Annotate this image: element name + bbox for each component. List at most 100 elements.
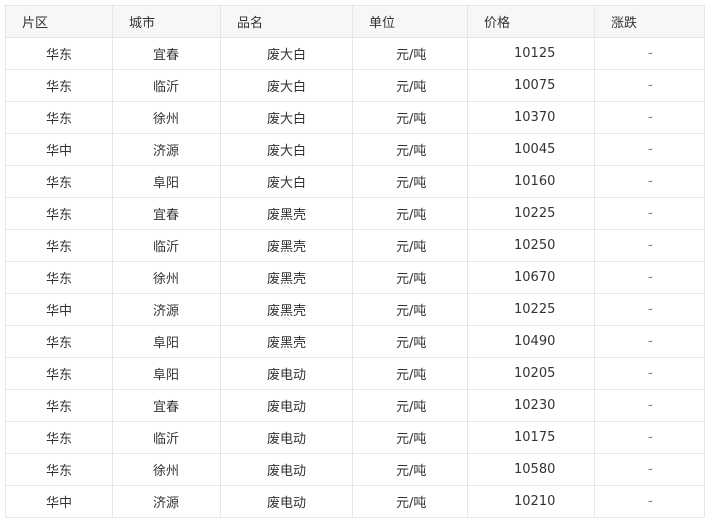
- unit-cell: 元/吨: [352, 133, 468, 166]
- table-header: 片区 城市 品名 单位 价格 涨跌: [5, 5, 705, 38]
- product-cell: 废大白: [220, 37, 353, 70]
- unit-cell: 元/吨: [352, 357, 468, 390]
- unit-cell: 元/吨: [352, 37, 468, 70]
- table-row: 华中 济源 废大白 元/吨 10045-: [5, 133, 705, 166]
- city-cell: 阜阳: [112, 165, 221, 198]
- table-header-row: 片区 城市 品名 单位 价格 涨跌: [5, 5, 705, 38]
- header-city: 城市: [112, 5, 221, 38]
- price-cell: 10075: [467, 69, 595, 102]
- city-cell: 济源: [112, 133, 221, 166]
- unit-cell: 元/吨: [352, 197, 468, 230]
- change-cell: -: [594, 37, 705, 70]
- table-row: 华东 徐州 废电动 元/吨 10580-: [5, 453, 705, 486]
- product-cell: 废电动: [220, 485, 353, 518]
- table-row: 华东 宜春 废大白 元/吨 10125-: [5, 37, 705, 70]
- unit-cell: 元/吨: [352, 69, 468, 102]
- product-cell: 废大白: [220, 133, 353, 166]
- city-cell: 济源: [112, 485, 221, 518]
- table-row: 华东 徐州 废黑壳 元/吨 10670-: [5, 261, 705, 294]
- city-cell: 宜春: [112, 37, 221, 70]
- product-cell: 废电动: [220, 421, 353, 454]
- header-area: 片区: [5, 5, 113, 38]
- change-cell: -: [594, 453, 705, 486]
- table-row: 华东 阜阳 废电动 元/吨 10205-: [5, 357, 705, 390]
- city-cell: 临沂: [112, 229, 221, 262]
- product-cell: 废大白: [220, 69, 353, 102]
- price-table: 片区 城市 品名 单位 价格 涨跌 华东 宜春 废大白 元/吨 10125- 华东 临沂 废大…: [5, 5, 705, 518]
- product-cell: 废黑壳: [220, 293, 353, 326]
- header-price: 价格: [467, 5, 595, 38]
- change-cell: -: [594, 357, 705, 390]
- city-cell: 徐州: [112, 101, 221, 134]
- city-cell: 阜阳: [112, 325, 221, 358]
- city-cell: 徐州: [112, 261, 221, 294]
- unit-cell: 元/吨: [352, 325, 468, 358]
- table-row: 华东 宜春 废电动 元/吨 10230-: [5, 389, 705, 422]
- change-cell: -: [594, 197, 705, 230]
- city-cell: 宜春: [112, 197, 221, 230]
- table-body: 华东 宜春 废大白 元/吨 10125- 华东 临沂 废大白 元/吨 10075- 华东 徐州 废大白元…: [5, 37, 705, 518]
- area-cell: 华东: [5, 453, 113, 486]
- price-cell: 10160: [467, 165, 595, 198]
- table-row: 华东 宜春 废黑壳 元/吨 10225-: [5, 197, 705, 230]
- price-cell: 10225: [467, 293, 595, 326]
- area-cell: 华东: [5, 229, 113, 262]
- product-cell: 废电动: [220, 453, 353, 486]
- table-row: 华东 徐州 废大白 元/吨 10370-: [5, 101, 705, 134]
- change-cell: -: [594, 485, 705, 518]
- table-row: 华东 阜阳 废大白 元/吨 10160-: [5, 165, 705, 198]
- change-cell: -: [594, 421, 705, 454]
- area-cell: 华中: [5, 293, 113, 326]
- city-cell: 济源: [112, 293, 221, 326]
- table-row: 华东 临沂 废黑壳 元/吨 10250-: [5, 229, 705, 262]
- unit-cell: 元/吨: [352, 389, 468, 422]
- table-row: 华东 临沂 废电动 元/吨 10175-: [5, 421, 705, 454]
- price-cell: 10250: [467, 229, 595, 262]
- area-cell: 华东: [5, 69, 113, 102]
- product-cell: 废黑壳: [220, 229, 353, 262]
- area-cell: 华东: [5, 357, 113, 390]
- header-unit: 单位: [352, 5, 468, 38]
- header-change: 涨跌: [594, 5, 705, 38]
- price-cell: 10580: [467, 453, 595, 486]
- city-cell: 徐州: [112, 453, 221, 486]
- city-cell: 临沂: [112, 421, 221, 454]
- product-cell: 废电动: [220, 357, 353, 390]
- product-cell: 废大白: [220, 165, 353, 198]
- unit-cell: 元/吨: [352, 165, 468, 198]
- unit-cell: 元/吨: [352, 229, 468, 262]
- price-cell: 10370: [467, 101, 595, 134]
- change-cell: -: [594, 261, 705, 294]
- area-cell: 华东: [5, 37, 113, 70]
- city-cell: 临沂: [112, 69, 221, 102]
- area-cell: 华东: [5, 389, 113, 422]
- change-cell: -: [594, 69, 705, 102]
- unit-cell: 元/吨: [352, 293, 468, 326]
- city-cell: 宜春: [112, 389, 221, 422]
- area-cell: 华中: [5, 485, 113, 518]
- product-cell: 废黑壳: [220, 197, 353, 230]
- price-cell: 10205: [467, 357, 595, 390]
- area-cell: 华中: [5, 133, 113, 166]
- price-table-container: 片区 城市 品名 单位 价格 涨跌 华东 宜春 废大白 元/吨 10125- 华东 临沂 废大…: [5, 5, 705, 518]
- area-cell: 华东: [5, 197, 113, 230]
- price-cell: 10225: [467, 197, 595, 230]
- table-row: 华中 济源 废电动 元/吨 10210-: [5, 485, 705, 518]
- area-cell: 华东: [5, 165, 113, 198]
- unit-cell: 元/吨: [352, 101, 468, 134]
- product-cell: 废黑壳: [220, 325, 353, 358]
- price-cell: 10490: [467, 325, 595, 358]
- city-cell: 阜阳: [112, 357, 221, 390]
- product-cell: 废黑壳: [220, 261, 353, 294]
- price-cell: 10230: [467, 389, 595, 422]
- change-cell: -: [594, 101, 705, 134]
- table-row: 华东 临沂 废大白 元/吨 10075-: [5, 69, 705, 102]
- product-cell: 废电动: [220, 389, 353, 422]
- price-cell: 10670: [467, 261, 595, 294]
- unit-cell: 元/吨: [352, 421, 468, 454]
- change-cell: -: [594, 389, 705, 422]
- change-cell: -: [594, 325, 705, 358]
- product-cell: 废大白: [220, 101, 353, 134]
- unit-cell: 元/吨: [352, 453, 468, 486]
- table-row: 华中 济源 废黑壳 元/吨 10225-: [5, 293, 705, 326]
